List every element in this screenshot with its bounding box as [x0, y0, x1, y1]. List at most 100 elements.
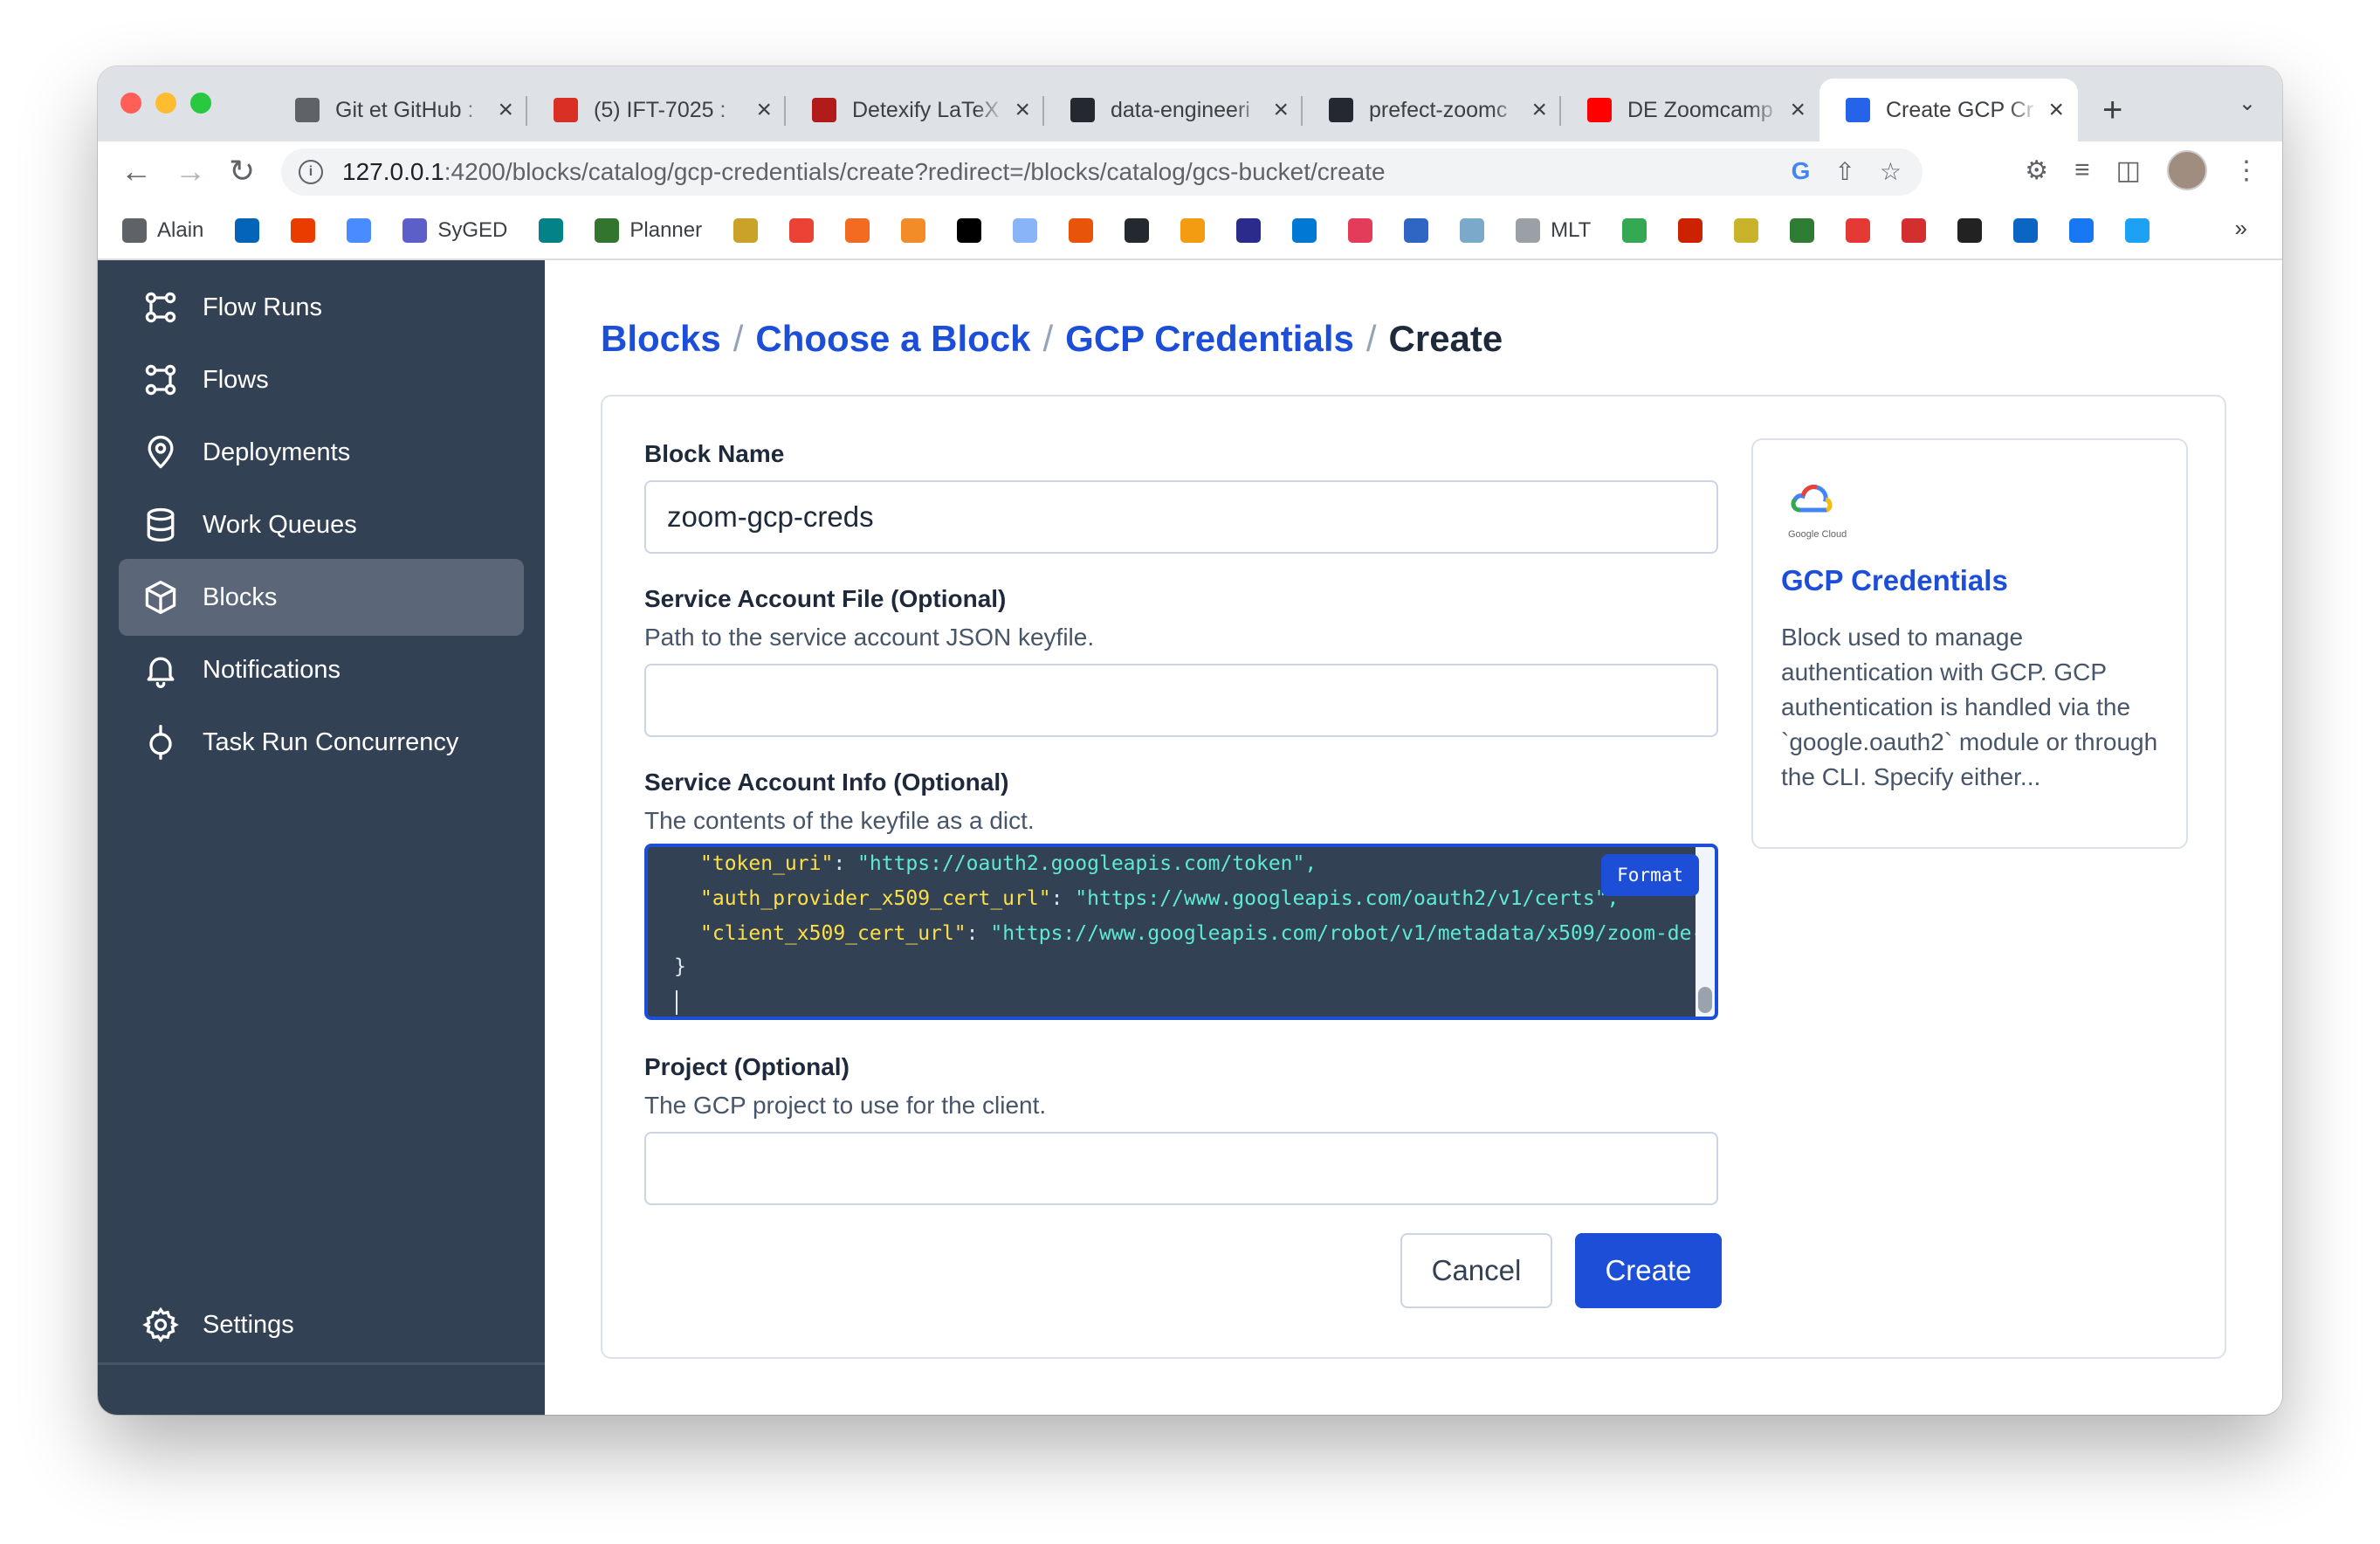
- side-panel-icon[interactable]: ◫: [2116, 155, 2141, 186]
- bookmark-item[interactable]: [1846, 218, 1871, 243]
- bookmark-item[interactable]: [1902, 218, 1927, 243]
- sidebar-item-settings[interactable]: Settings: [119, 1286, 524, 1363]
- tab-3[interactable]: data-engineeri ×: [1044, 79, 1303, 141]
- forward-icon[interactable]: →: [175, 154, 206, 189]
- bookmark-item[interactable]: [2013, 218, 2039, 243]
- bookmark-item[interactable]: Planner: [595, 218, 702, 243]
- tab-2[interactable]: Detexify LaTeX ×: [786, 79, 1044, 141]
- bookmark-item[interactable]: [733, 218, 759, 243]
- breadcrumb-separator: /: [733, 318, 744, 359]
- service-account-info-editor[interactable]: "token_uri": "https://oauth2.googleapis.…: [644, 844, 1718, 1020]
- bookmark-favicon-icon: [1957, 218, 1983, 243]
- block-name-label: Block Name: [644, 440, 785, 467]
- sidebar-item-notifications[interactable]: Notifications: [119, 631, 524, 708]
- create-button[interactable]: Create: [1575, 1233, 1722, 1308]
- bookmark-item[interactable]: [1236, 218, 1262, 243]
- bookmark-item[interactable]: [1348, 218, 1373, 243]
- close-tab-icon[interactable]: ×: [1531, 95, 1547, 125]
- bookmark-item[interactable]: [1678, 218, 1703, 243]
- bookmark-item[interactable]: [1734, 218, 1759, 243]
- block-card-title[interactable]: GCP Credentials: [1781, 564, 2008, 597]
- minimize-window-button[interactable]: [155, 93, 176, 114]
- bookmark-item[interactable]: [1790, 218, 1815, 243]
- share-icon[interactable]: ⇧: [1834, 157, 1854, 186]
- reload-icon[interactable]: ↻: [229, 154, 255, 189]
- format-button[interactable]: Format: [1601, 854, 1699, 896]
- maximize-window-button[interactable]: [190, 93, 211, 114]
- browser-tabs: Git et GitHub : × (5) IFT-7025 : × Detexify …: [269, 79, 2122, 141]
- bookmark-item[interactable]: [789, 218, 815, 243]
- bookmark-item[interactable]: [2069, 218, 2095, 243]
- bookmark-item[interactable]: [347, 218, 372, 243]
- bookmark-item[interactable]: Alain: [122, 218, 203, 243]
- bookmark-item[interactable]: MLT: [1516, 218, 1591, 243]
- service-account-file-input[interactable]: [644, 664, 1718, 737]
- logo-caption: Google Cloud: [1788, 529, 1847, 540]
- bookmark-item[interactable]: [1460, 218, 1485, 243]
- bookmark-item[interactable]: [235, 218, 260, 243]
- bookmark-item[interactable]: [1957, 218, 1983, 243]
- project-input[interactable]: [644, 1132, 1718, 1205]
- bookmark-item[interactable]: [957, 218, 982, 243]
- bookmark-item[interactable]: [291, 218, 316, 243]
- tab-1[interactable]: (5) IFT-7025 : ×: [527, 79, 786, 141]
- bookmark-item[interactable]: [845, 218, 870, 243]
- close-tab-icon[interactable]: ×: [1273, 95, 1289, 125]
- sidebar: Flow Runs Flows Deployments Work Queues Bloc…: [98, 260, 545, 1415]
- editor-scrollbar-thumb[interactable]: [1698, 987, 1712, 1013]
- bookmark-item[interactable]: [1292, 218, 1317, 243]
- close-tab-icon[interactable]: ×: [1790, 95, 1806, 125]
- gear-icon: [142, 1306, 179, 1343]
- close-tab-icon[interactable]: ×: [2048, 95, 2064, 125]
- reading-list-icon[interactable]: ≡: [2074, 155, 2090, 185]
- sidebar-item-task-run-concurrency[interactable]: Task Run Concurrency: [119, 704, 524, 781]
- extensions-icon[interactable]: ⚙: [2025, 155, 2048, 186]
- bookmark-item[interactable]: [539, 218, 564, 243]
- close-tab-icon[interactable]: ×: [1015, 95, 1030, 125]
- bookmark-star-icon[interactable]: ☆: [1880, 157, 1902, 186]
- address-bar[interactable]: i 127.0.0.1:4200/blocks/catalog/gcp-cred…: [281, 148, 1923, 196]
- bookmark-item[interactable]: [901, 218, 926, 243]
- browser-menu-icon[interactable]: ⋮: [2233, 155, 2260, 186]
- sidebar-item-deployments[interactable]: Deployments: [119, 414, 524, 491]
- cube-icon: [145, 580, 176, 615]
- breadcrumb-blocks-link[interactable]: Blocks: [601, 318, 721, 360]
- block-name-input[interactable]: zoom-gcp-creds: [644, 480, 1718, 554]
- close-tab-icon[interactable]: ×: [756, 95, 772, 125]
- back-icon[interactable]: ←: [120, 154, 152, 189]
- bookmarks-overflow-icon[interactable]: »: [2235, 215, 2247, 242]
- breadcrumb-gcp-credentials-link[interactable]: GCP Credentials: [1065, 318, 1354, 360]
- close-tab-icon[interactable]: ×: [498, 95, 513, 125]
- bookmark-item[interactable]: SyGED: [402, 218, 507, 243]
- cancel-button[interactable]: Cancel: [1400, 1233, 1552, 1308]
- bookmark-item[interactable]: [1125, 218, 1150, 243]
- avatar[interactable]: [2167, 150, 2207, 190]
- bookmark-item[interactable]: [1013, 218, 1038, 243]
- tab-4[interactable]: prefect-zoomc ×: [1303, 79, 1561, 141]
- bookmark-item[interactable]: [1404, 218, 1429, 243]
- database-icon: [147, 507, 175, 542]
- tab-search-icon[interactable]: ⌄: [2239, 91, 2256, 116]
- bookmark-item[interactable]: [1180, 218, 1206, 243]
- bookmark-item[interactable]: [1069, 218, 1094, 243]
- sidebar-item-label: Work Queues: [203, 510, 357, 539]
- tab-0[interactable]: Git et GitHub : ×: [269, 79, 527, 141]
- bookmark-label: Planner: [629, 218, 703, 242]
- breadcrumb-choose-block-link[interactable]: Choose a Block: [755, 318, 1030, 360]
- tab-5[interactable]: DE Zoomcamp ×: [1561, 79, 1819, 141]
- bookmark-item[interactable]: [2125, 218, 2150, 243]
- google-lens-icon[interactable]: G: [1792, 157, 1811, 186]
- tab-label: (5) IFT-7025 :: [594, 97, 726, 122]
- bookmark-item[interactable]: [1622, 218, 1647, 243]
- new-tab-icon[interactable]: +: [2102, 91, 2122, 130]
- sidebar-item-blocks[interactable]: Blocks: [119, 559, 524, 636]
- code-line: "client_x509_cert_url": "https://www.goo…: [700, 922, 1704, 945]
- tab-label: prefect-zoomc: [1369, 97, 1508, 122]
- sidebar-item-work-queues[interactable]: Work Queues: [119, 486, 524, 563]
- sidebar-item-flows[interactable]: Flows: [119, 341, 524, 418]
- tab-6[interactable]: Create GCP Cr ×: [1819, 79, 2078, 141]
- close-window-button[interactable]: [120, 93, 141, 114]
- sidebar-item-flow-runs[interactable]: Flow Runs: [119, 269, 524, 346]
- service-account-file-description: Path to the service account JSON keyfile…: [644, 624, 1095, 651]
- site-info-icon[interactable]: i: [299, 160, 323, 184]
